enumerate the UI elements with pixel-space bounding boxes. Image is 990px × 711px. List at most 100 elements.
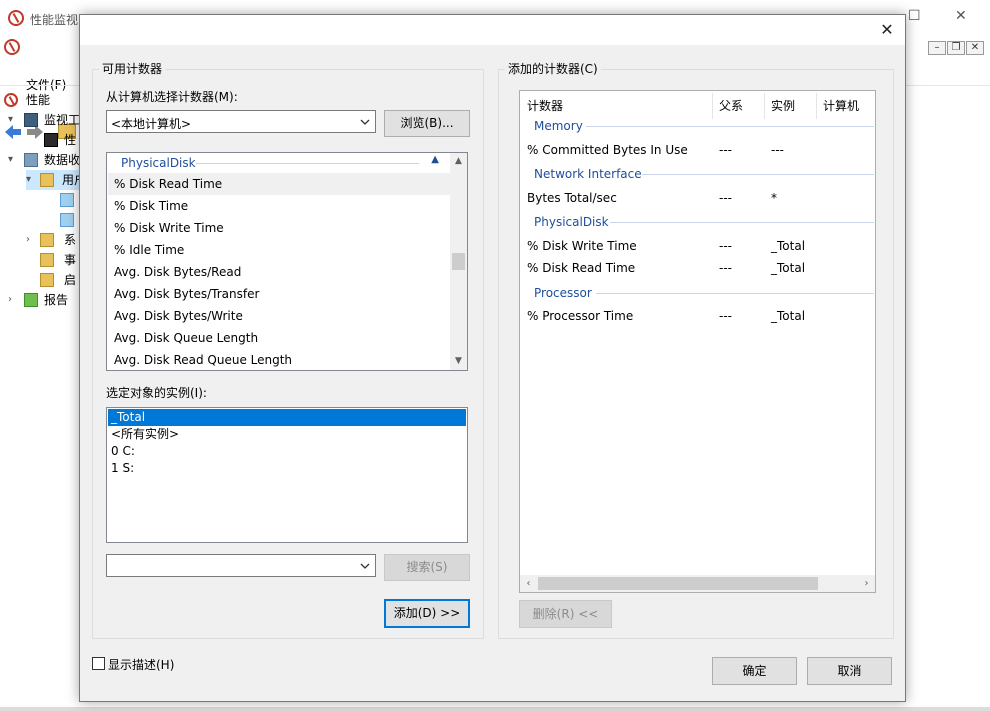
added-counter-instance: _Total — [771, 239, 806, 253]
counter-item[interactable]: Avg. Disk Queue Length — [114, 327, 258, 349]
maximize-icon[interactable]: ☐ — [908, 8, 921, 24]
added-counter-instance: --- — [771, 143, 784, 157]
chevron-down-icon — [360, 563, 370, 569]
added-counter-name[interactable]: % Committed Bytes In Use — [527, 143, 688, 157]
computer-combobox[interactable]: <本地计算机> — [106, 110, 376, 133]
counter-item[interactable]: % Disk Write Time — [114, 217, 224, 239]
group-header-processor[interactable]: Processor — [534, 286, 592, 304]
counter-item[interactable]: Avg. Disk Read Queue Length — [114, 349, 292, 370]
added-counter-instance: _Total — [771, 309, 806, 323]
added-counter-parent: --- — [719, 309, 732, 323]
show-description-checkbox[interactable] — [92, 657, 105, 670]
tree-item-user-defined[interactable]: ▾ 用户 — [26, 170, 86, 190]
perfmon-icon — [4, 93, 18, 107]
chevron-down-icon — [360, 119, 370, 125]
remove-button[interactable]: 删除(R) << — [519, 600, 612, 628]
tree-label: 事 — [64, 253, 77, 267]
counter-category-name: PhysicalDisk — [121, 156, 196, 170]
tree-label: 系 — [64, 233, 77, 247]
tree-label: 启 — [64, 273, 77, 287]
counter-item[interactable]: Avg. Disk Bytes/Write — [114, 305, 243, 327]
column-header-parent[interactable]: 父系 — [719, 97, 743, 114]
search-button[interactable]: 搜索(S) — [384, 554, 470, 581]
scroll-left-icon[interactable]: ‹ — [520, 575, 537, 592]
added-counter-name[interactable]: % Processor Time — [527, 309, 633, 323]
group-divider — [610, 222, 874, 223]
added-horizontal-scrollbar[interactable]: ‹ › — [520, 575, 875, 592]
scroll-down-icon[interactable]: ▼ — [450, 353, 467, 370]
column-separator[interactable] — [816, 93, 817, 119]
added-counter-parent: --- — [719, 239, 732, 253]
instance-item[interactable]: 0 C: — [108, 443, 466, 460]
chart-icon — [44, 133, 58, 147]
added-counter-instance: _Total — [771, 261, 806, 275]
counter-item[interactable]: Avg. Disk Bytes/Read — [114, 261, 241, 283]
group-divider — [586, 126, 874, 127]
perfmon-menu-icon — [4, 39, 20, 55]
group-header-memory[interactable]: Memory — [534, 119, 583, 137]
mdi-minimize-icon[interactable]: – — [928, 41, 946, 55]
counter-item[interactable]: % Disk Read Time — [108, 173, 450, 195]
computer-select-label: 从计算机选择计数器(M): — [106, 90, 238, 104]
close-icon[interactable]: ✕ — [955, 8, 967, 24]
added-counters-listview[interactable]: 计数器 父系 实例 计算机 Memory % Committed Bytes I… — [519, 90, 876, 593]
expand-chevron-icon[interactable]: › — [26, 230, 30, 250]
column-header-computer[interactable]: 计算机 — [823, 97, 859, 114]
collapse-chevron-icon[interactable]: ▾ — [8, 150, 13, 170]
added-counter-parent: --- — [719, 143, 732, 157]
cancel-button[interactable]: 取消 — [807, 657, 892, 685]
added-counter-name[interactable]: % Disk Write Time — [527, 239, 637, 253]
collapse-chevron-icon[interactable]: ▾ — [8, 110, 13, 130]
navigation-tree: 性能 ▾ 监视工 性 ▾ 数据收 ▾ 用户 › 系 事 启 › 报告 — [0, 88, 86, 711]
column-separator[interactable] — [764, 93, 765, 119]
instances-listbox[interactable]: _Total <所有实例> 0 C: 1 S: — [106, 407, 468, 543]
column-header-counter[interactable]: 计数器 — [527, 97, 563, 114]
group-header-network-interface[interactable]: Network Interface — [534, 167, 642, 185]
reports-icon — [24, 293, 38, 307]
counter-item[interactable]: Avg. Disk Bytes/Transfer — [114, 283, 259, 305]
scroll-up-icon[interactable]: ▲ — [450, 153, 467, 170]
column-separator[interactable] — [712, 93, 713, 119]
scroll-thumb[interactable] — [538, 577, 818, 590]
add-counters-dialog: ✕ 可用计数器 从计算机选择计数器(M): <本地计算机> 浏览(B)... P… — [79, 14, 906, 702]
scroll-right-icon[interactable]: › — [858, 575, 875, 592]
search-combobox[interactable] — [106, 554, 376, 577]
instance-item[interactable]: <所有实例> — [108, 426, 466, 443]
counter-item[interactable]: % Idle Time — [114, 239, 184, 261]
browse-button[interactable]: 浏览(B)... — [384, 110, 470, 137]
add-button[interactable]: 添加(D) >> — [384, 599, 470, 628]
added-counter-parent: --- — [719, 261, 732, 275]
group-header-physicaldisk[interactable]: PhysicalDisk — [534, 215, 609, 233]
dataset-icon — [60, 213, 74, 227]
column-header-instance[interactable]: 实例 — [771, 97, 795, 114]
startup-folder-icon — [40, 273, 54, 287]
perfmon-icon — [8, 10, 24, 26]
system-folder-icon — [40, 233, 54, 247]
added-counter-instance: * — [771, 191, 777, 205]
counter-category-header[interactable]: PhysicalDisk ▲ — [108, 153, 449, 175]
expand-chevron-icon[interactable]: › — [8, 290, 12, 310]
mdi-close-icon[interactable]: ✕ — [966, 41, 984, 55]
instances-label: 选定对象的实例(I): — [106, 386, 207, 400]
counter-item[interactable]: % Disk Time — [114, 195, 188, 217]
added-counter-name[interactable]: % Disk Read Time — [527, 261, 635, 275]
tree-label: 报告 — [44, 293, 69, 307]
added-counter-name[interactable]: Bytes Total/sec — [527, 191, 617, 205]
available-counters-label: 可用计数器 — [99, 62, 166, 76]
ok-button[interactable]: 确定 — [712, 657, 797, 685]
show-description-label[interactable]: 显示描述(H) — [108, 656, 174, 673]
dialog-close-icon[interactable]: ✕ — [875, 19, 899, 41]
data-collector-icon — [24, 153, 38, 167]
counters-listbox[interactable]: PhysicalDisk ▲ % Disk Read Time % Disk T… — [106, 152, 468, 371]
instance-item[interactable]: 1 S: — [108, 460, 466, 477]
instance-item[interactable]: _Total — [108, 409, 466, 426]
event-folder-icon — [40, 253, 54, 267]
mdi-restore-icon[interactable]: ❐ — [947, 41, 965, 55]
added-counter-parent: --- — [719, 191, 732, 205]
collapse-caret-icon[interactable]: ▲ — [431, 154, 439, 165]
tree-label: 数据收 — [44, 153, 81, 167]
group-divider — [642, 174, 874, 175]
scroll-thumb[interactable] — [452, 253, 465, 270]
counters-vertical-scrollbar[interactable]: ▲ ▼ — [450, 153, 467, 370]
collapse-chevron-icon[interactable]: ▾ — [26, 170, 31, 190]
